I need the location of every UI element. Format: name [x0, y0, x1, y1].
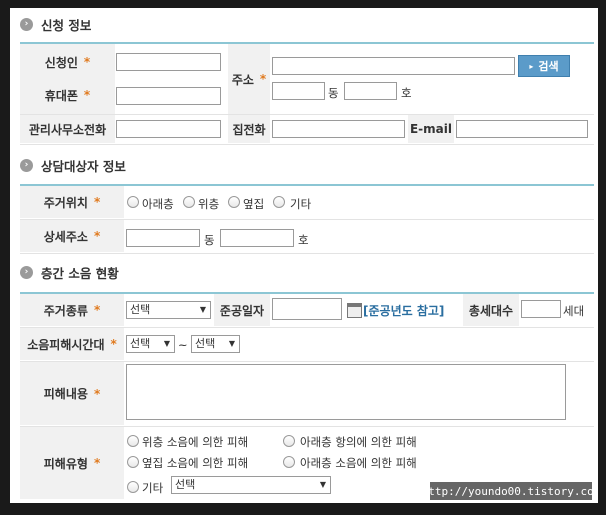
noise-time-from-select[interactable]: 선택 ▼ [126, 335, 175, 353]
housing-type-label: 주거종류 * [20, 294, 124, 326]
chevron-right-icon: › [20, 17, 33, 31]
row-divider [20, 253, 594, 254]
location-option-label: 아래층 [142, 197, 174, 211]
applicant-name-label: 신청인 * [44, 55, 91, 70]
chevron-right-icon: › [20, 158, 33, 172]
completion-date-label: 준공일자 [214, 294, 270, 326]
home-phone-label: 집전화 [228, 115, 270, 143]
applicant-phone-input[interactable] [116, 87, 221, 105]
noise-time-to-select[interactable]: 선택 ▼ [191, 335, 240, 353]
watermark: http://youndo00.tistory.com [422, 482, 598, 500]
damage-type-radio-other[interactable] [127, 481, 139, 493]
section-title-noise: 층간 소음 현황 [41, 265, 119, 281]
damage-content-textarea[interactable] [126, 364, 566, 420]
chevron-down-icon: ▼ [199, 305, 206, 314]
office-phone-input[interactable] [116, 120, 221, 138]
section-title-counsel: 상담대상자 정보 [41, 158, 126, 174]
section-title-applicant: 신청 정보 [41, 17, 92, 33]
calendar-icon[interactable] [347, 303, 362, 318]
address-ho-input[interactable] [344, 82, 397, 100]
chevron-right-icon: ▸ [529, 61, 534, 71]
damage-type-other-select[interactable]: 선택 ▼ [171, 476, 331, 494]
address-dong-input[interactable] [272, 82, 325, 100]
damage-type-radio-upstairs[interactable] [127, 435, 139, 447]
location-option-label: 위층 [198, 197, 220, 211]
housing-type-select[interactable]: 선택 ▼ [126, 301, 211, 319]
email-input[interactable] [456, 120, 588, 138]
households-label: 총세대수 [463, 294, 519, 326]
dong-unit-label: 동 [328, 86, 339, 100]
chevron-down-icon: ▼ [163, 339, 170, 348]
location-label: 주거위치 * [20, 186, 124, 218]
email-label: E-mail [408, 115, 454, 143]
detail-ho-input[interactable] [220, 229, 294, 247]
row-divider [20, 144, 594, 145]
office-phone-label: 관리사무소전화 [20, 115, 115, 143]
damage-type-label: 피해유형 * [20, 427, 124, 499]
dong-unit-label: 동 [204, 233, 215, 247]
damage-type-option-label: 위층 소음에 의한 피해 [142, 435, 249, 449]
location-radio-above[interactable] [183, 196, 195, 208]
completion-date-input[interactable] [272, 298, 342, 320]
damage-type-option-label: 기타 [142, 481, 164, 495]
damage-content-label: 피해내용 * [20, 362, 124, 425]
section-header-counsel: › 상담대상자 정보 [20, 155, 126, 175]
location-option-label: 옆집 [243, 197, 265, 211]
location-option-label: 기타 [290, 197, 312, 211]
chevron-down-icon: ▼ [228, 339, 235, 348]
form-page: › 신청 정보 신청인 * 휴대폰 * 주소 * ▸ 검색 동 호 관리사무소전화 집… [10, 8, 598, 503]
location-radio-below[interactable] [127, 196, 139, 208]
damage-type-option-label: 아래층 소음에 의한 피해 [300, 456, 417, 470]
households-input[interactable] [521, 300, 561, 318]
section-header-noise: › 층간 소음 현황 [20, 262, 119, 282]
address-label: 주소 * [228, 44, 270, 114]
chevron-right-icon: › [20, 265, 33, 279]
location-radio-other[interactable] [273, 196, 285, 208]
address-input[interactable] [272, 57, 515, 75]
search-button-label: 검색 [538, 60, 559, 73]
damage-type-radio-downstairs-noise[interactable] [283, 456, 295, 468]
noise-time-label: 소음피해시간대 * [20, 328, 124, 360]
section-header-applicant: › 신청 정보 [20, 14, 91, 34]
chevron-down-icon: ▼ [319, 480, 326, 489]
ho-unit-label: 호 [401, 86, 412, 100]
applicant-phone-label: 휴대폰 * [44, 88, 91, 103]
damage-type-option-label: 아래층 항의에 의한 피해 [300, 435, 417, 449]
completion-year-hint[interactable]: [준공년도 참고] [363, 302, 444, 319]
damage-type-radio-downstairs-complaint[interactable] [283, 435, 295, 447]
detail-address-label: 상세주소 * [20, 220, 124, 252]
ho-unit-label: 호 [298, 233, 309, 247]
location-radio-next[interactable] [228, 196, 240, 208]
damage-type-radio-neighbor[interactable] [127, 456, 139, 468]
households-unit: 세대 [563, 304, 585, 318]
applicant-name-input[interactable] [116, 53, 221, 71]
damage-type-option-label: 옆집 소음에 의한 피해 [142, 456, 249, 470]
address-search-button[interactable]: ▸ 검색 [518, 55, 570, 77]
home-phone-input[interactable] [272, 120, 405, 138]
detail-dong-input[interactable] [126, 229, 200, 247]
time-range-separator: ~ [178, 338, 188, 352]
